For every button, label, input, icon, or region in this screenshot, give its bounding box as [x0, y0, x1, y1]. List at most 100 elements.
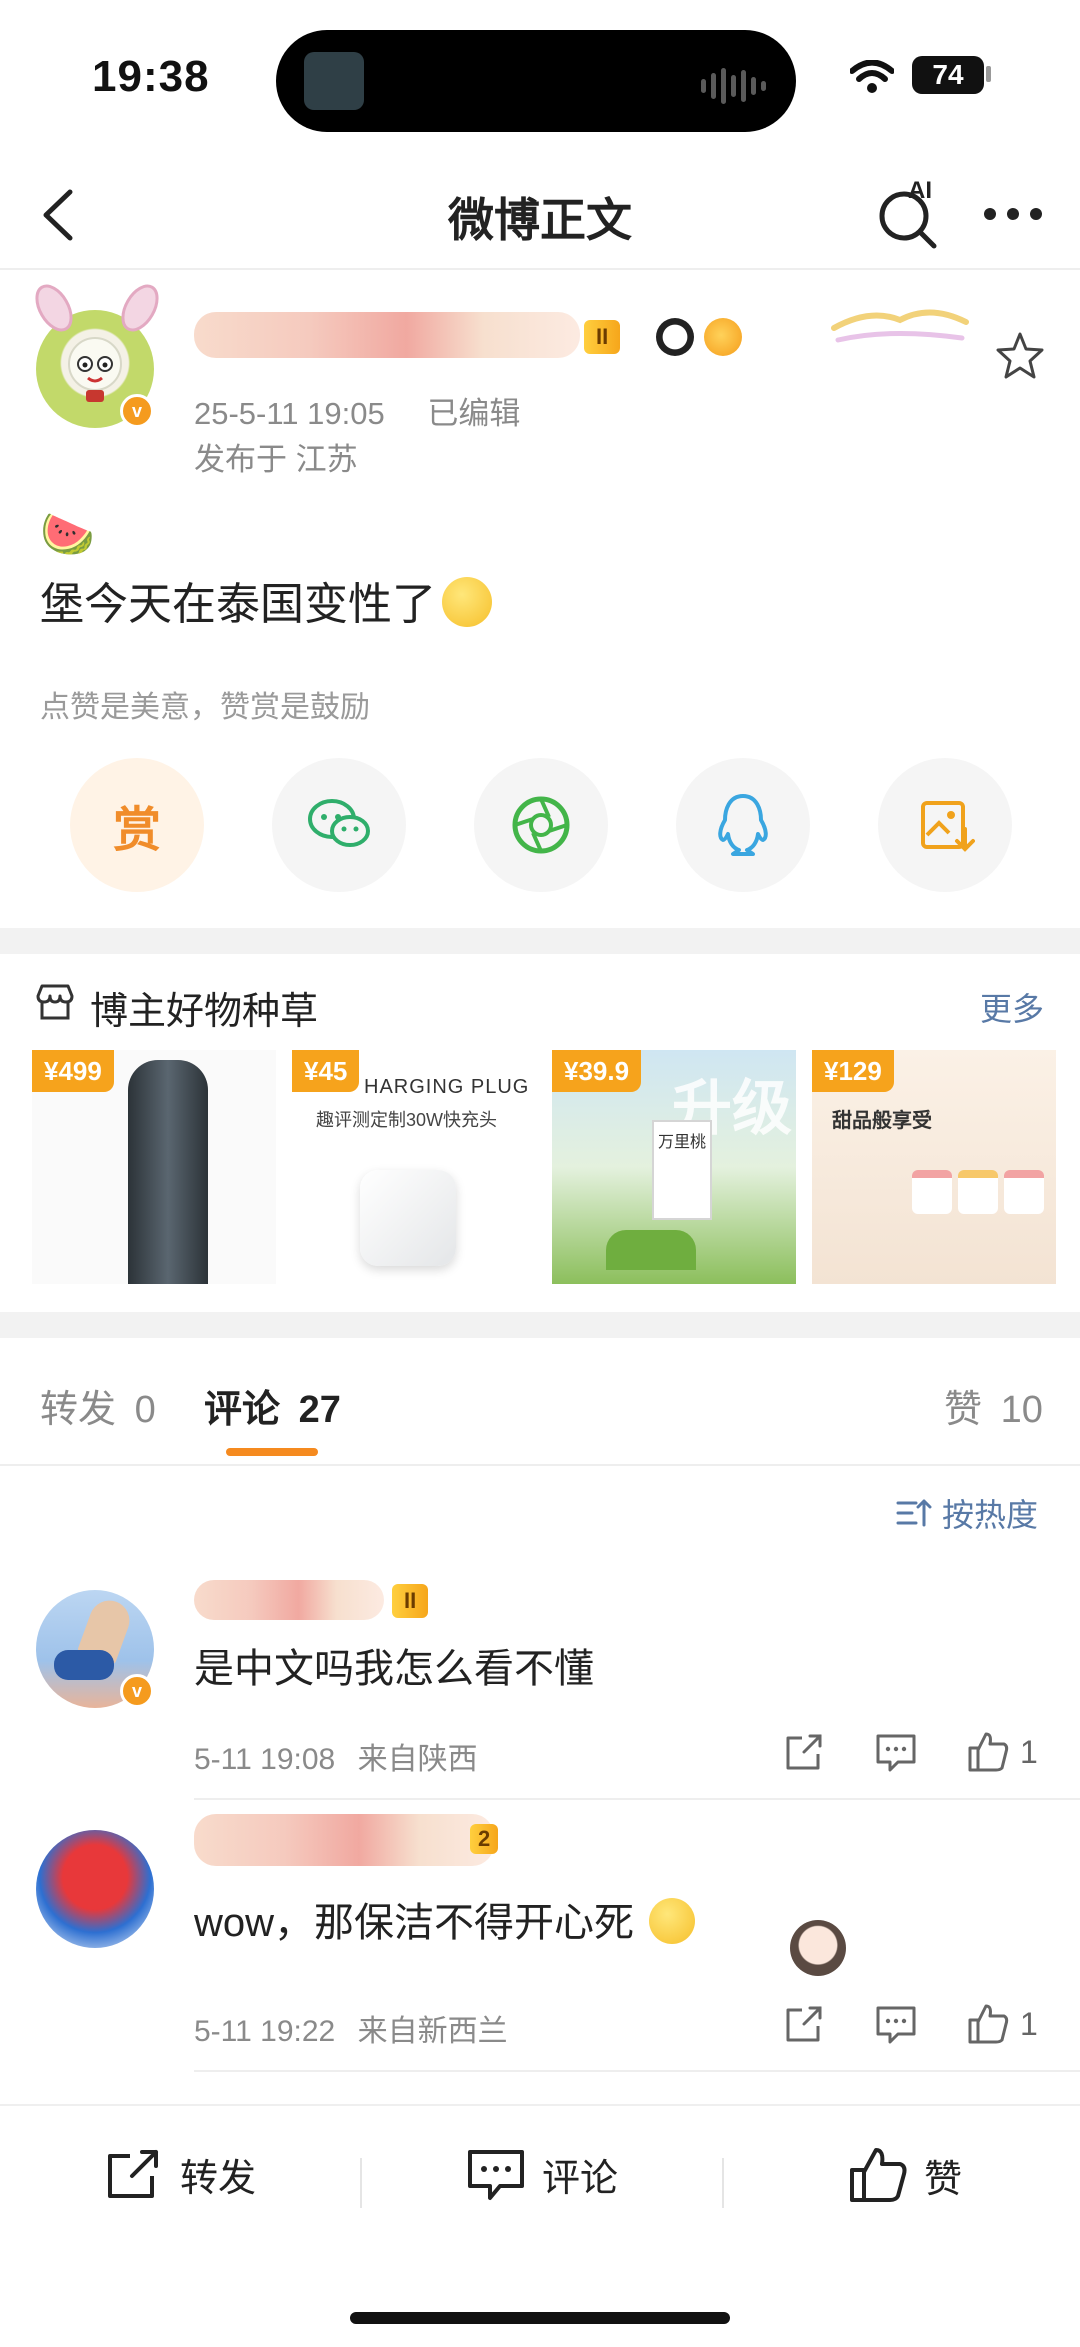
comment-time: 5-11 19:22	[194, 2015, 336, 2048]
commenter-level-badge: II	[392, 1584, 429, 1618]
comment-meta: 5-11 19:08 来自陕西	[194, 1734, 478, 1778]
share-moments-button[interactable]	[474, 758, 608, 892]
goods-price: ¥499	[32, 1050, 114, 1092]
like-comment-icon[interactable]	[966, 1730, 1010, 1774]
tab-comments-label: 评论	[204, 1389, 281, 1431]
save-image-button[interactable]	[878, 758, 1012, 892]
level-badge: II	[584, 320, 621, 354]
share-comment-icon[interactable]	[782, 1730, 826, 1774]
wechat-icon	[308, 799, 370, 847]
like-label: 赞	[924, 2158, 963, 2201]
bottom-bar-divider	[722, 2158, 724, 2208]
status-time: 19:38	[92, 52, 210, 101]
goods-price: ¥129	[812, 1050, 894, 1092]
repost-icon	[108, 2150, 158, 2198]
store-icon	[36, 984, 74, 1020]
home-indicator[interactable]	[350, 2312, 730, 2324]
comment-button[interactable]: 评论	[466, 2146, 618, 2202]
comment-label: 评论	[542, 2157, 619, 2200]
yogurt-caption: 甜品般享受	[832, 1110, 932, 1132]
goods-more-link[interactable]: 更多	[980, 984, 1044, 1030]
author-name-redacted[interactable]	[194, 312, 580, 358]
audio-wave-icon	[701, 68, 766, 104]
comment-text: 是中文吗我怎么看不懂	[194, 1647, 594, 1691]
bottom-bar-divider	[360, 2158, 362, 2208]
goods-item-yogurt[interactable]: 甜品般享受 ¥129	[812, 1050, 1056, 1284]
comment-actions: 1	[782, 2002, 1038, 2046]
comment-divider	[194, 1798, 1080, 1800]
smile-emoji-icon	[442, 577, 492, 627]
active-tab-indicator	[226, 1448, 318, 1456]
panda-icon	[656, 318, 694, 356]
goods-item-charger[interactable]: HARGING PLUG 趣评测定制30W快充头 ¥45	[292, 1050, 536, 1284]
shaver-image	[128, 1060, 208, 1284]
comment-item: v II 是中文吗我怎么看不懂 5-11 19:08 来自陕西 1	[0, 1580, 1080, 1810]
commenter-name-redacted[interactable]	[194, 1814, 494, 1866]
dynamic-island[interactable]	[276, 30, 796, 132]
more-options-icon[interactable]	[978, 184, 1048, 244]
post-body: 堡今天在泰国变性了	[40, 580, 436, 629]
crown-decoration	[831, 309, 969, 343]
wifi-icon	[850, 60, 894, 93]
repost-label: 转发	[180, 2157, 257, 2200]
edited-label: 已编辑	[427, 396, 521, 431]
tab-likes[interactable]: 赞 10	[944, 1378, 1043, 1433]
commenter-avatar[interactable]	[36, 1830, 154, 1948]
post-timestamp-row: 25-5-11 19:05 已编辑	[194, 388, 520, 433]
tab-comments[interactable]: 评论 27	[204, 1378, 341, 1433]
sort-toggle[interactable]: 按热度	[896, 1490, 1038, 1536]
reply-comment-icon[interactable]	[874, 2002, 918, 2046]
recommended-goods-section: 博主好物种草 更多 ¥499 HARGING PLUG 趣评测定制30W快充头 …	[0, 954, 1080, 1314]
tab-comments-count: 27	[298, 1389, 341, 1431]
tab-likes-count: 10	[1000, 1389, 1043, 1431]
comment-actions: 1	[782, 1730, 1038, 1774]
comment-like-count: 1	[1020, 2005, 1038, 2042]
goods-price: ¥39.9	[552, 1050, 642, 1092]
charger-caption: HARGING PLUG	[364, 1076, 530, 1098]
share-comment-icon[interactable]	[782, 2002, 826, 2046]
pufferfish-icon	[704, 318, 742, 356]
reply-comment-icon[interactable]	[874, 1730, 918, 1774]
comment-body: wow，那保洁不得开心死	[194, 1901, 635, 1945]
milk-brand: 万里桃	[657, 1134, 706, 1151]
like-comment-icon[interactable]	[966, 2002, 1010, 2046]
section-separator	[0, 1312, 1080, 1338]
like-button[interactable]: 赞	[848, 2146, 962, 2204]
sort-label: 按热度	[942, 1497, 1039, 1533]
charger-subcaption: 趣评测定制30W快充头	[316, 1110, 498, 1130]
repost-button[interactable]: 转发	[104, 2146, 256, 2202]
tab-repost-count: 0	[134, 1389, 156, 1431]
charger-image	[360, 1170, 456, 1266]
battery-tip	[986, 66, 991, 82]
tab-repost[interactable]: 转发 0	[40, 1378, 156, 1433]
reward-button[interactable]: 赏	[70, 758, 204, 892]
laughing-emoji-icon	[649, 1898, 696, 1944]
top-nav-bar: 微博正文 AI	[0, 160, 1080, 270]
comment-meta: 5-11 19:22 来自新西兰	[194, 2006, 508, 2050]
sheep-face-icon	[68, 337, 122, 402]
verified-badge-icon: v	[120, 394, 154, 428]
post-location: 发布于 江苏	[194, 442, 358, 477]
goods-item-milk[interactable]: 升级 万里桃 ¥39.9	[552, 1050, 796, 1284]
yogurt-cups	[912, 1170, 1044, 1214]
comment-source: 来自陕西	[357, 1743, 478, 1776]
ai-search-icon[interactable]: AI	[874, 174, 944, 250]
goods-section-title: 博主好物种草	[90, 991, 319, 1033]
post-card: v II 25-5-11 19:05 已编辑 发布于 江苏 🍉 堡今天在泰国变性…	[0, 272, 1080, 928]
verified-badge-icon: v	[120, 1674, 154, 1708]
watermelon-emoji: 🍉	[40, 510, 95, 559]
comment-divider	[194, 2070, 1080, 2072]
sort-icon	[896, 1499, 932, 1527]
favorite-star-icon[interactable]	[992, 328, 1048, 384]
goods-item-shaver[interactable]: ¥499	[32, 1050, 276, 1284]
qq-penguin-icon	[718, 794, 768, 856]
moments-aperture-icon	[512, 796, 570, 854]
like-thumb-icon	[850, 2148, 907, 2202]
bottom-action-bar: 转发 评论 赞	[0, 2104, 1080, 2347]
share-row: 赏	[0, 758, 1080, 898]
goods-price: ¥45	[292, 1050, 360, 1092]
status-bar: 19:38 74	[0, 0, 1080, 160]
share-qq-button[interactable]	[676, 758, 810, 892]
share-wechat-button[interactable]	[272, 758, 406, 892]
commenter-name-redacted[interactable]	[194, 1580, 384, 1620]
